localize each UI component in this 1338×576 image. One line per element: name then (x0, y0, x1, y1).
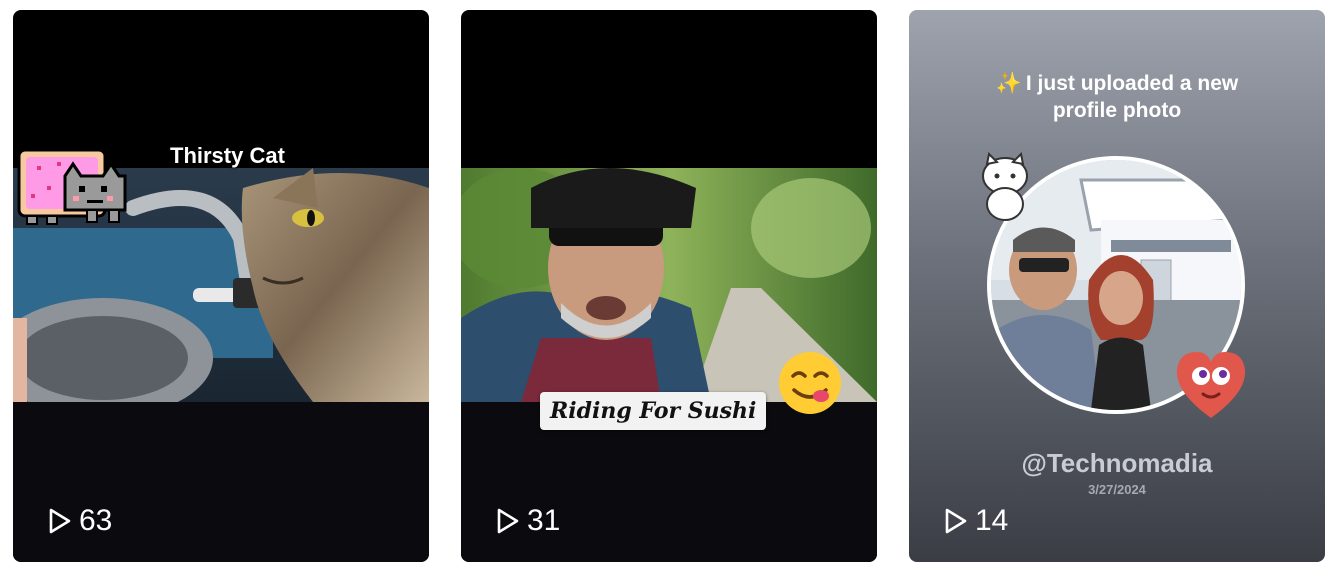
video-overlay-title: ✨ I just uploaded a new profile photo (969, 70, 1265, 124)
video-grid: Thirsty Cat 63 Riding For Sushi 31 ✨ I j… (0, 0, 1338, 576)
white-cat-sticker-icon (982, 152, 1028, 221)
view-count-value: 63 (79, 504, 113, 537)
view-count: 63 (45, 504, 112, 538)
heart-face-sticker-icon (1176, 352, 1246, 418)
upload-text-label: I just uploaded a new profile photo (1025, 72, 1239, 122)
video-overlay-title: Thirsty Cat (170, 143, 285, 168)
video-overlay-title: Riding For Sushi (540, 392, 767, 430)
play-outline-icon (945, 508, 967, 534)
video-card-riding-for-sushi[interactable]: Riding For Sushi 31 (461, 10, 877, 562)
play-outline-icon (497, 508, 519, 534)
creator-handle: @Technomadia (1021, 448, 1213, 478)
view-count-value: 14 (975, 504, 1009, 537)
view-count-value: 31 (527, 504, 561, 537)
upload-date: 3/27/2024 (1088, 482, 1146, 497)
view-count: 31 (493, 504, 560, 538)
nyan-cat-icon (17, 148, 127, 225)
bottom-fade (13, 402, 429, 562)
view-count: 14 (941, 504, 1008, 538)
video-card-profile-photo[interactable]: ✨ I just uploaded a new profile photo @T… (909, 10, 1325, 562)
sparkle-icon: ✨ (995, 72, 1022, 95)
play-outline-icon (49, 508, 71, 534)
yum-face-emoji-icon (779, 352, 841, 414)
video-card-thirsty-cat[interactable]: Thirsty Cat 63 (13, 10, 429, 562)
